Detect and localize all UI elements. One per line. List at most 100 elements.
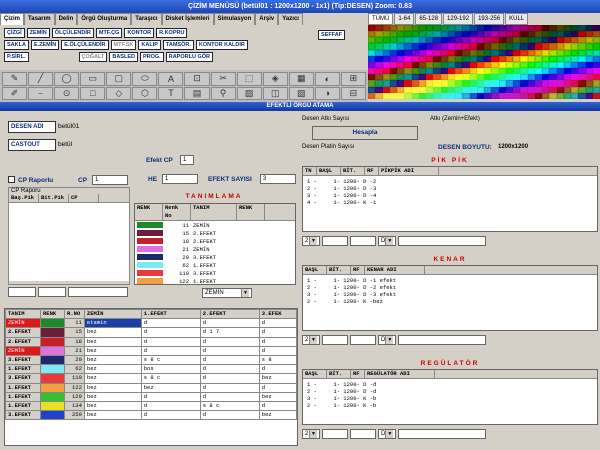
palette-swatch[interactable] [469,92,477,99]
cell-efekt1[interactable]: d [140,345,201,356]
cell-efekt3[interactable]: d [258,318,297,329]
pikpik-field-a[interactable] [322,236,348,246]
cell-efekt3[interactable]: d [258,382,297,393]
tool-icon-23[interactable]: ▧ [236,86,262,100]
pikpik-field-b[interactable] [350,236,376,246]
toolbar-button[interactable]: P.SİRL. [4,52,29,62]
cell-zemin[interactable]: bez [83,327,142,338]
cell-zemin[interactable]: bez [83,373,142,384]
table-row[interactable]: 1.EFEKT 134 bez d s 8 cd [5,400,297,412]
tab-8[interactable]: Yazıcı [278,13,303,25]
palette-swatch[interactable] [440,92,448,99]
palette-tab-5[interactable]: KULL [505,13,529,25]
palette-swatch[interactable] [534,92,542,99]
table-row[interactable]: 1.EFEKT 129 bez d d bez [5,391,297,402]
cell-zemin[interactable]: bez [83,345,142,356]
main-table[interactable]: TANIM RENK R.NO ZEMİN 1.EFEKT 2.EFEKT 3.EFEK Z… [5,309,297,421]
cell-zemin[interactable]: bez [83,382,142,393]
cell-efekt2[interactable]: d [199,364,260,375]
cell-zemin[interactable]: etamin [83,318,142,329]
tab-5[interactable]: Disket İşlemleri [161,13,214,25]
cell-efekt2[interactable]: d [199,391,260,402]
cell-efekt2[interactable]: d [199,373,260,384]
tool-icon-3[interactable]: ▭ [80,72,106,86]
cell-efekt2[interactable]: s 8 c [199,400,260,412]
toolbar-button[interactable]: KONTOR KALDIR [195,40,248,50]
toolbar-button[interactable]: MTF.ÇG [95,28,123,38]
palette-swatch[interactable] [578,92,586,99]
cell-efekt2[interactable]: d [199,354,260,366]
palette-swatch[interactable] [418,92,426,99]
palette-swatch[interactable] [476,92,484,99]
cell-efekt1[interactable]: d [140,336,201,347]
cell-efekt1[interactable]: d [140,400,201,412]
tool-icon-22[interactable]: ⚲ [210,86,236,100]
palette-swatch[interactable] [549,92,557,99]
toolbar-button[interactable]: E.ÖLÇÜLENDİR [61,40,109,50]
table-col-head[interactable]: 2.EFEKT [199,309,260,320]
tanim-row[interactable]: 18 2.EFEKT [135,237,295,245]
cp-edit-3[interactable] [68,287,128,297]
pikpik-combo-2[interactable]: D ▼ [378,236,396,246]
cell-efekt1[interactable]: d [140,318,201,329]
tanim-row[interactable]: 110 3.EFEKT [135,269,295,277]
cell-efekt2[interactable]: d [199,318,260,329]
cp-raporu-list[interactable] [9,203,129,281]
cell-efekt3[interactable]: d [258,345,297,356]
palette-swatch[interactable] [592,92,600,99]
kenar-list[interactable]: 1 - 1- 1200- D -1 efekt 2 - 1- 1200- D -… [303,275,597,307]
palette-swatch[interactable] [447,92,455,99]
palette-tab-3[interactable]: 129-192 [443,13,474,25]
cell-efekt3[interactable]: bez [258,391,297,402]
palette-tab-4[interactable]: 193-256 [474,13,505,25]
regulator-field-a[interactable] [322,429,348,439]
pikpik-field-name[interactable] [398,236,486,246]
cp-edit-2[interactable] [38,287,66,297]
pikpik-combo-1[interactable]: 2 ▼ [302,236,320,246]
toolbar-button[interactable]: R.KOPRU [156,28,188,38]
cell-zemin[interactable]: bez [83,410,142,421]
he-input[interactable]: 1 [162,174,198,184]
toolbar-button[interactable]: MTF.SK [110,40,137,50]
efekt-cp-input[interactable]: 1 [180,155,194,165]
toolbar-button[interactable]: ZEMİN [26,28,50,38]
toolbar-button[interactable]: KONTOR [124,28,155,38]
tool-icon-1[interactable]: ╱ [28,72,54,86]
tool-icon-26[interactable]: ◑ [314,86,340,100]
regulator-combo-1[interactable]: 2 ▼ [302,429,320,439]
cell-efekt2[interactable]: d 1 7 [199,327,260,338]
cell-zemin[interactable]: bez [83,364,142,375]
tanim-row[interactable]: 20 3.EFEKT [135,253,295,261]
kenar-field-a[interactable] [322,335,348,345]
table-col-head[interactable]: 1.EFEKT [140,309,201,320]
table-row[interactable]: 1.EFEKT 122 bez bez d d [5,382,297,393]
tab-0[interactable]: Çizim [0,13,25,25]
table-col-head[interactable]: R.NO [64,309,85,320]
palette-swatch[interactable] [542,92,550,99]
cell-zemin[interactable]: bez [83,336,142,347]
tool-icon-18[interactable]: ◇ [106,86,132,100]
cell-zemin[interactable]: bez [83,391,142,402]
palette-swatch[interactable] [411,92,419,99]
toolbar-button[interactable]: ÇOĞALT [78,52,108,62]
tab-4[interactable]: Taraşıcı [131,13,162,25]
tool-icon-25[interactable]: ▨ [288,86,314,100]
palette-swatch[interactable] [527,92,535,99]
tool-icon-9[interactable]: ⬚ [236,72,262,86]
cell-efekt1[interactable]: d [140,327,201,338]
regulator-combo-2[interactable]: D ▼ [378,429,396,439]
toolbar-button[interactable]: PROG. [139,52,164,62]
regulator-list[interactable]: 1 - 1- 1200- D -d 2 - 1- 1200- D -d 3 - … [303,379,597,411]
table-row[interactable]: 3.EFEKT 20 bez s 8 cds 8 [5,354,297,366]
toolbar-button[interactable]: TAMSÖR. [162,40,194,50]
tool-icon-17[interactable]: □ [80,86,106,100]
table-row[interactable]: 2.EFEKT 15 bez d d 1 7d [5,327,297,338]
tool-icon-15[interactable]: ⎯ [28,86,54,100]
cell-zemin[interactable]: bez [83,354,142,366]
tab-2[interactable]: Delin [54,13,78,25]
toolbar-button[interactable]: E.ZEMİN [30,40,60,50]
seffaf-button[interactable]: SEFFAF [318,30,346,40]
tool-icon-11[interactable]: ▦ [288,72,314,86]
tab-6[interactable]: Simulasyon [213,13,256,25]
palette-swatch[interactable] [404,92,412,99]
